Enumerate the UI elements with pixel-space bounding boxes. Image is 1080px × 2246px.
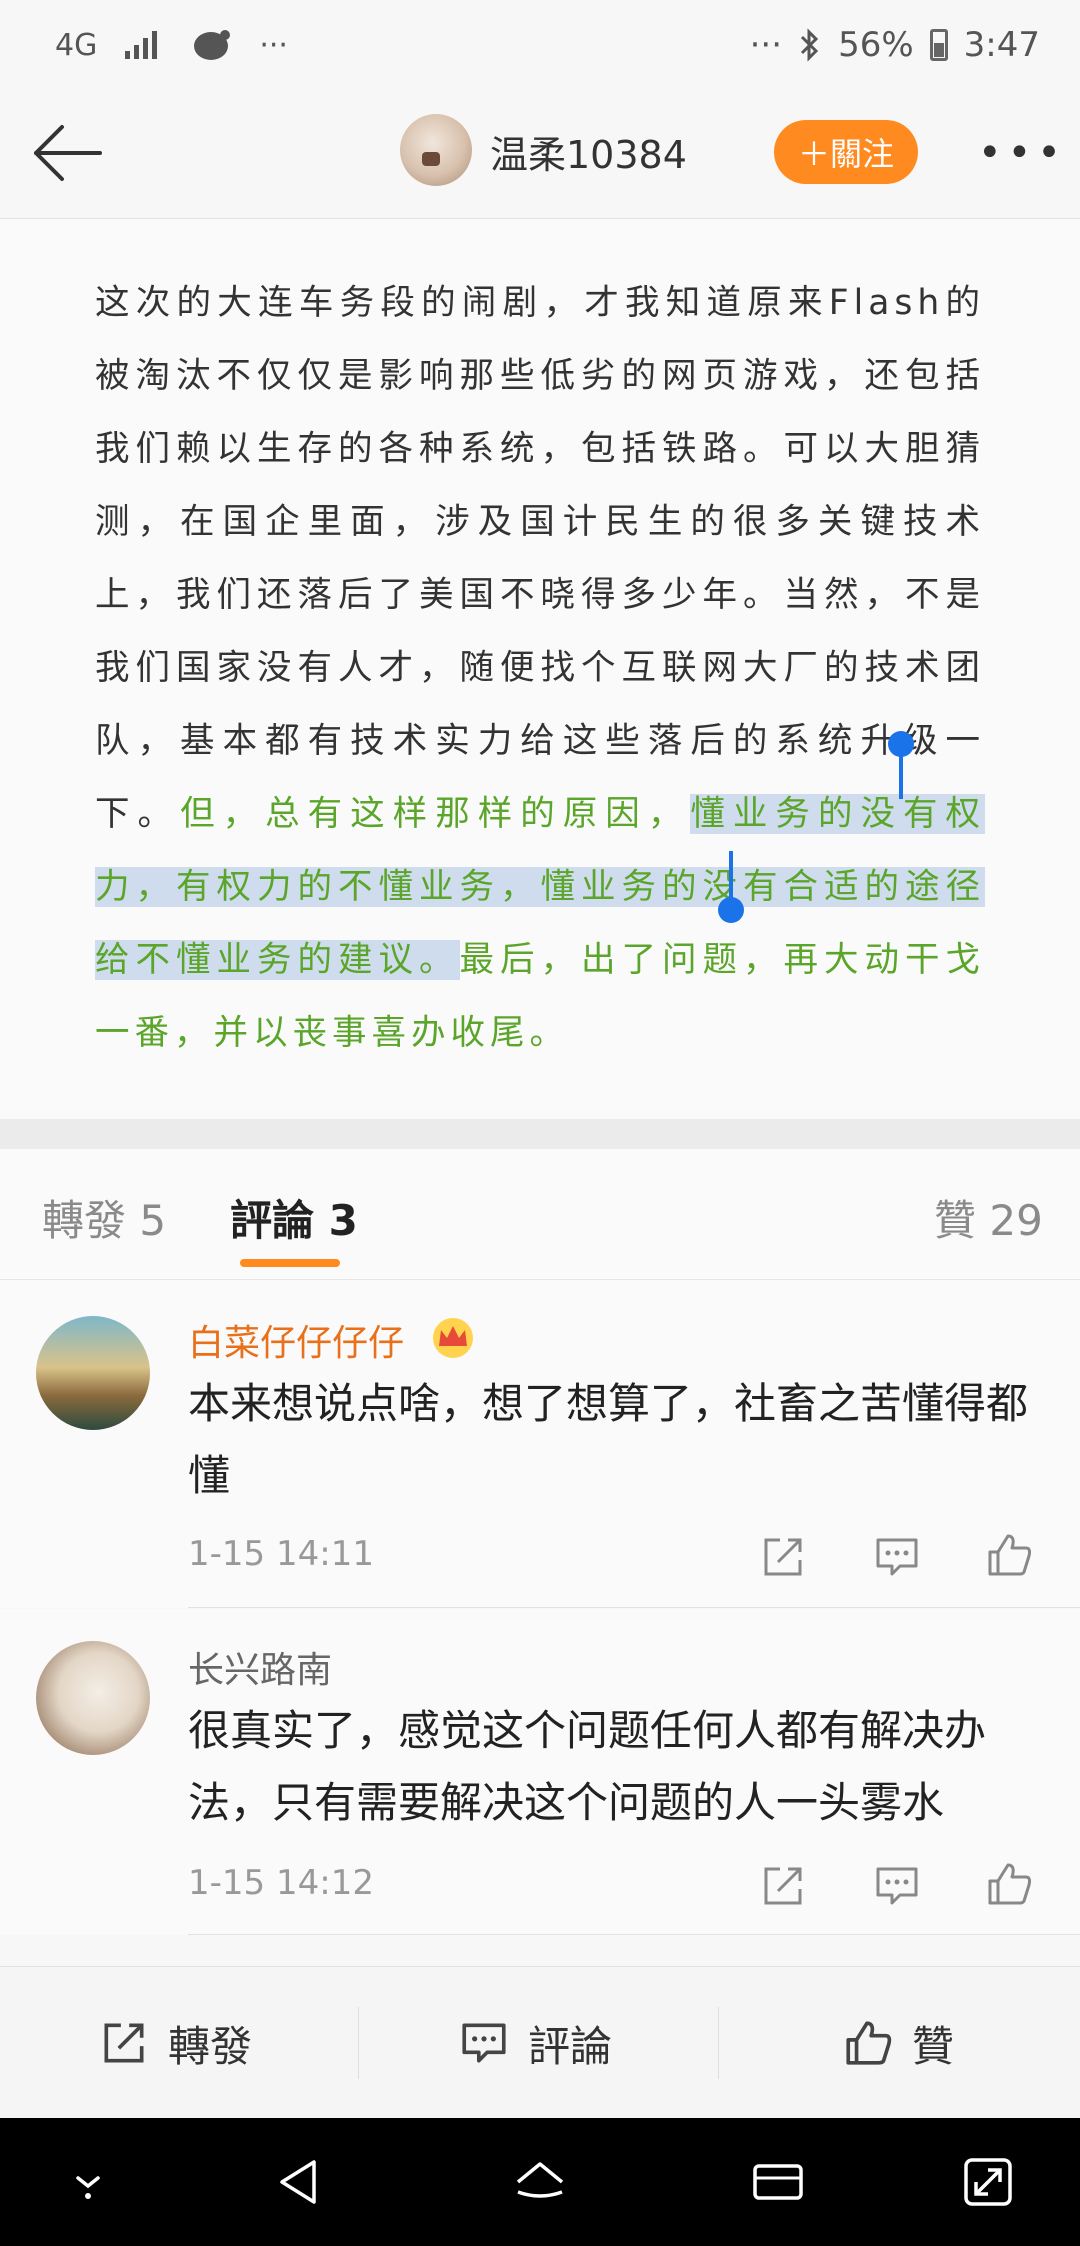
commenter-name[interactable]: 长兴路南 [188, 1641, 332, 1693]
comment-icon [462, 2023, 506, 2063]
battery-percent: 56% [838, 25, 914, 65]
nav-expand-icon[interactable] [958, 2152, 1018, 2212]
system-navigation-bar [0, 2118, 1080, 2246]
more-icon[interactable]: ••• [978, 130, 1067, 176]
nav-home-icon[interactable] [510, 2152, 570, 2212]
comment-time: 1-15 14:12 [188, 1863, 374, 1903]
post-body: 这次的大连车务段的闹剧，才我知道原来Flash的被淘汰不仅仅是影响那些低劣的网页… [0, 219, 1080, 1119]
tab-repost[interactable]: 轉發 5 [42, 1187, 166, 1248]
back-arrow-icon[interactable] [28, 118, 108, 188]
status-bar: 4G ··· ··· 56% 3:47 [0, 0, 1080, 90]
tab-comments[interactable]: 評論 3 [230, 1187, 358, 1248]
repost-button[interactable]: 轉發 [98, 2007, 252, 2079]
nav-down-icon[interactable] [58, 2152, 118, 2212]
repost-label: 轉發 [168, 2021, 253, 2071]
comment-text[interactable]: 本来想说点啥，想了想算了，社畜之苦懂得都懂 [188, 1368, 1048, 1512]
nav-recents-icon[interactable] [748, 2152, 808, 2212]
section-divider [0, 1119, 1080, 1149]
status-more-right: ··· [749, 25, 783, 65]
bottom-bar-separator [718, 2007, 719, 2079]
follow-button[interactable]: ＋關注 [774, 120, 918, 184]
comment-label: 評論 [528, 2021, 613, 2071]
comment-item: 长兴路南 很真实了，感觉这个问题任何人都有解决办法，只有需要解决这个问题的人一头… [0, 1609, 1080, 1935]
selection-end-handle[interactable] [718, 897, 744, 923]
bottom-bar-separator [358, 2007, 359, 2079]
signal-icon [125, 31, 158, 59]
selection-start-cursor [899, 739, 903, 799]
tab-likes[interactable]: 贊 29 [934, 1187, 1043, 1248]
post-text-plain: 这次的大连车务段的闹剧，才我知道原来Flash的被淘汰不仅仅是影响那些低劣的网页… [95, 283, 985, 834]
post-text-green-1: 但，总有这样那样的原因， [180, 794, 691, 834]
comment-divider [188, 1607, 1080, 1608]
commenter-name[interactable]: 白菜仔仔仔仔 [188, 1314, 404, 1366]
bottom-action-bar: 轉發 評論 贊 [0, 1966, 1080, 2119]
author-username[interactable]: 温柔10384 [490, 124, 687, 179]
nav-back-icon[interactable] [272, 2152, 332, 2212]
author-avatar[interactable] [400, 114, 472, 186]
comment-item: 白菜仔仔仔仔 本来想说点啥，想了想算了，社畜之苦懂得都懂 1-15 14:11 [0, 1280, 1080, 1608]
comment-icon[interactable] [872, 1532, 922, 1582]
comment-button[interactable]: 評論 [458, 2007, 612, 2079]
active-tab-indicator [240, 1259, 340, 1267]
network-indicator: 4G [55, 27, 98, 63]
like-button[interactable]: 贊 [842, 2007, 954, 2079]
top-navigation-bar: 温柔10384 ＋關注 ••• [0, 90, 1080, 219]
comment-icon[interactable] [872, 1861, 922, 1911]
commenter-avatar[interactable] [36, 1641, 150, 1755]
selection-end-cursor [729, 851, 733, 903]
share-icon[interactable] [758, 1532, 808, 1582]
like-icon[interactable] [984, 1859, 1034, 1909]
share-icon[interactable] [758, 1861, 808, 1911]
comment-divider [188, 1934, 1080, 1935]
like-icon [846, 2021, 892, 2065]
battery-icon [929, 29, 948, 61]
comment-time: 1-15 14:11 [188, 1534, 374, 1574]
clock: 3:47 [963, 25, 1040, 65]
like-label: 贊 [912, 2021, 955, 2071]
commenter-avatar[interactable] [36, 1316, 150, 1430]
comment-text[interactable]: 很真实了，感觉这个问题任何人都有解决办法，只有需要解决这个问题的人一头雾水 [188, 1695, 1048, 1839]
post-text[interactable]: 这次的大连车务段的闹剧，才我知道原来Flash的被淘汰不仅仅是影响那些低劣的网页… [95, 267, 986, 1070]
bluetooth-icon [801, 28, 819, 62]
crown-badge-icon [433, 1318, 473, 1358]
interaction-tabs: 轉發 5 評論 3 贊 29 [0, 1149, 1080, 1280]
app-notification-icon [194, 30, 231, 60]
share-icon [104, 2023, 144, 2063]
like-icon[interactable] [984, 1530, 1034, 1580]
status-more-left: ··· [259, 27, 288, 63]
